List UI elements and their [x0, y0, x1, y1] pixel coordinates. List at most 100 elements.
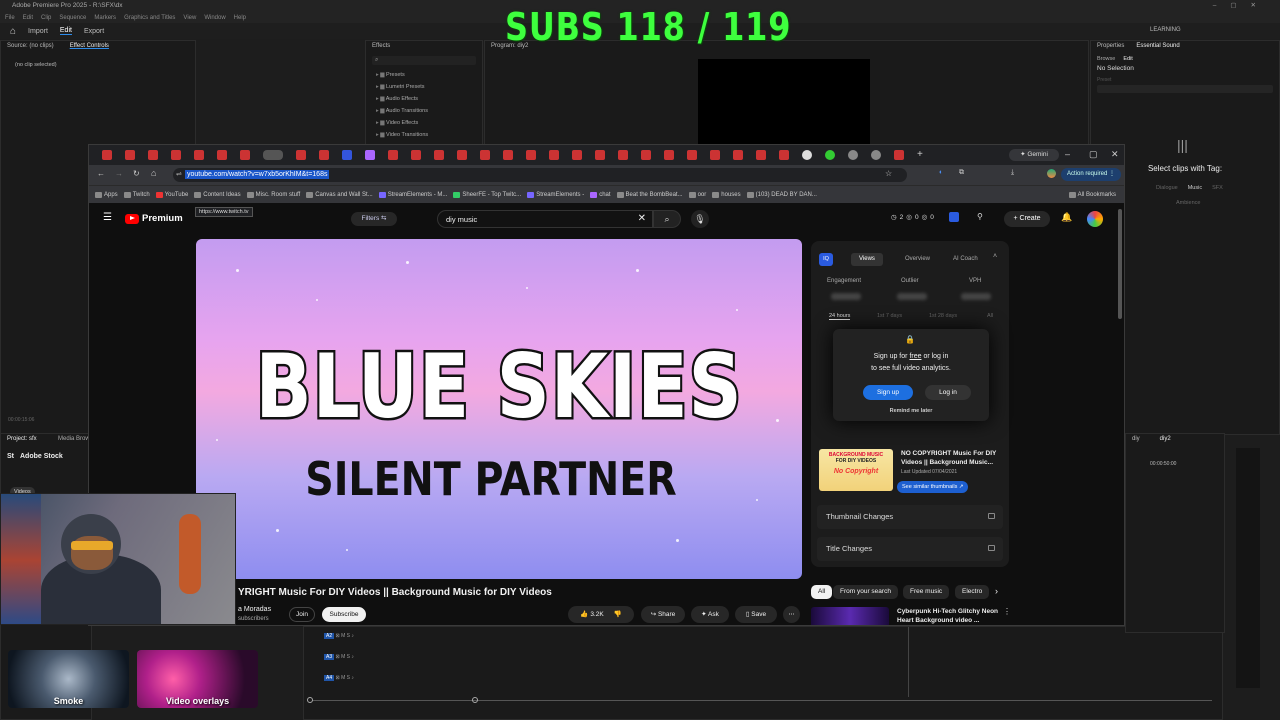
tab-favicon[interactable] [240, 150, 250, 160]
range-24-hours[interactable]: 24 hours [829, 313, 851, 320]
tag-sfx[interactable]: SFX [1207, 183, 1228, 193]
effects-item-audio-effects[interactable]: Audio Effects [366, 93, 482, 105]
sequence-tab-diy2[interactable]: diy2 [1154, 434, 1171, 445]
avatar[interactable] [1087, 211, 1103, 227]
close-icon[interactable]: ✕ [1111, 149, 1119, 160]
tab-favicon[interactable] [618, 150, 628, 160]
bookmark-youtube[interactable]: YouTube [155, 191, 188, 198]
properties-tab[interactable]: Properties [1091, 41, 1124, 52]
search-button[interactable]: ⌕ [653, 210, 681, 228]
tab-favicon[interactable] [756, 150, 766, 160]
avatar[interactable] [1047, 169, 1056, 178]
maximize-icon[interactable]: ▢ [1089, 149, 1098, 160]
download-icon[interactable]: ⤓ [1011, 169, 1014, 177]
tab-favicon[interactable] [342, 150, 352, 160]
tab-favicon[interactable] [733, 150, 743, 160]
bookmark-dead-by-daylight[interactable]: (103) DEAD BY DAN... [746, 191, 817, 198]
forward-icon[interactable]: → [115, 169, 123, 178]
bookmark-apps[interactable]: Apps [95, 191, 118, 198]
tab-favicon[interactable] [411, 150, 421, 160]
bookmark-chat[interactable]: chat [590, 191, 611, 198]
bookmark-oor[interactable]: oor [688, 191, 706, 198]
home-icon[interactable]: ⌂ [151, 168, 156, 178]
all-bookmarks[interactable]: All Bookmarks [1068, 191, 1124, 198]
program-monitor-video[interactable] [698, 59, 870, 146]
tab-favicon[interactable] [457, 150, 467, 160]
workspace-tab-edit[interactable]: Edit [59, 27, 72, 35]
track-a4[interactable]: A4 ⊠ M S ♪ [324, 675, 374, 681]
badge-icon[interactable]: ⚲ [977, 212, 983, 221]
thumbnail-changes-row[interactable]: Thumbnail Changes [817, 505, 1003, 529]
free-link[interactable]: free [909, 353, 921, 360]
bookmark-houses[interactable]: houses [712, 191, 741, 198]
effects-item-video-transitions[interactable]: Video Transitions [366, 129, 482, 141]
timeline-scrollbar[interactable] [312, 700, 1212, 701]
reload-icon[interactable]: ↻ [133, 169, 140, 178]
effects-search-input[interactable]: ⌕ [372, 56, 476, 65]
menu-markers[interactable]: Markers [94, 15, 116, 21]
browse-tab[interactable]: Browse [1097, 56, 1115, 62]
tab-favicon[interactable] [848, 150, 858, 160]
home-icon[interactable]: ⌂ [10, 26, 16, 37]
chip-free-music[interactable]: Free music [903, 585, 950, 599]
thumb-smoke[interactable]: Smoke [8, 650, 129, 708]
track-a3[interactable]: A3 ⊠ M S ♪ [324, 654, 374, 660]
effects-item-presets[interactable]: Presets [366, 69, 482, 81]
tab-favicon[interactable] [480, 150, 490, 160]
title-changes-row[interactable]: Title Changes [817, 537, 1003, 561]
signup-button[interactable]: Sign up [863, 385, 913, 400]
menu-view[interactable]: View [183, 15, 196, 21]
dislike-button[interactable]: 👎 [614, 611, 622, 618]
sequence-tab-diy[interactable]: diy [1126, 434, 1140, 445]
bookmark-star-icon[interactable]: ☆ [885, 169, 892, 178]
menu-file[interactable]: File [5, 15, 15, 21]
tab-favicon[interactable] [572, 150, 582, 160]
workspace-tab-export[interactable]: Export [84, 28, 104, 35]
ask-button[interactable]: ✦ Ask [691, 606, 729, 623]
scroll-handle-left[interactable] [307, 697, 313, 703]
tag-ambience[interactable]: Ambience [1171, 199, 1205, 206]
gemini-button[interactable]: ✦ Gemini [1009, 149, 1059, 161]
preset-select[interactable] [1097, 85, 1273, 93]
source-tab[interactable]: Source: (no clips) [1, 41, 54, 52]
back-icon[interactable]: ← [97, 169, 105, 178]
join-button[interactable]: Join [289, 607, 315, 622]
chip-from-search[interactable]: From your search [833, 585, 898, 599]
tab-favicon[interactable] [894, 150, 904, 160]
notifications-bell-icon[interactable]: 🔔 [1061, 212, 1072, 223]
chips-next-icon[interactable]: › [995, 586, 998, 596]
track-a2[interactable]: A2 ⊠ M S ♪ [324, 633, 374, 639]
vidiq-icon[interactable] [949, 212, 959, 222]
tag-dialogue[interactable]: Dialogue [1151, 183, 1183, 193]
tab-favicon[interactable] [388, 150, 398, 160]
see-similar-thumbnails-button[interactable]: See similar thumbnails ↗ [897, 481, 969, 493]
save-button[interactable]: ▯ Save [735, 606, 777, 623]
tab-favicon[interactable] [641, 150, 651, 160]
minimize-icon[interactable]: – [1065, 149, 1070, 159]
tab-favicon[interactable] [687, 150, 697, 160]
filters-button[interactable]: Filters ⇆ [351, 212, 397, 226]
analytics-tab-ai-coach[interactable]: AI Coach [945, 253, 986, 266]
bookmark-content-ideas[interactable]: Content Ideas [194, 191, 241, 198]
clear-search-icon[interactable]: ✕ [638, 213, 646, 224]
login-button[interactable]: Log in [925, 385, 971, 400]
effects-item-lumetri[interactable]: Lumetri Presets [366, 81, 482, 93]
tab-favicon[interactable] [148, 150, 158, 160]
voice-search-button[interactable]: 🎙 [691, 210, 709, 228]
tab-favicon[interactable] [503, 150, 513, 160]
tab-favicon[interactable] [710, 150, 720, 160]
menu-sequence[interactable]: Sequence [59, 15, 86, 21]
bookmark-beat-the-bomb[interactable]: Beat the BombBeat... [616, 191, 683, 198]
effect-controls-tab[interactable]: Effect Controls [64, 41, 109, 52]
youtube-logo[interactable]: Premium [125, 213, 183, 224]
project-tab[interactable]: Project: sfx [1, 434, 37, 445]
tab-favicon[interactable] [319, 150, 329, 160]
tab-favicon[interactable] [434, 150, 444, 160]
video-player[interactable]: BLUE SKIES SILENT PARTNER [196, 239, 802, 579]
learning-label[interactable]: LEARNING [1150, 27, 1181, 33]
page-scrollbar[interactable] [1118, 209, 1122, 319]
new-tab-plus-icon[interactable]: + [917, 150, 927, 160]
subscribe-button[interactable]: Subscribe [322, 607, 366, 622]
tab-favicon[interactable] [102, 150, 112, 160]
tab-favicon[interactable] [365, 150, 375, 160]
